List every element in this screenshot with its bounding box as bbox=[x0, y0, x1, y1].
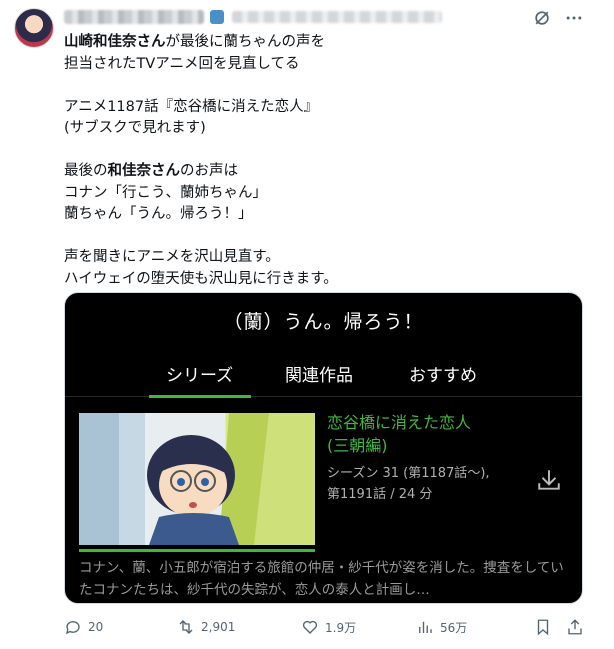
share-icon bbox=[568, 619, 582, 635]
watch-progress-bar bbox=[79, 549, 315, 552]
retweet-icon bbox=[179, 620, 193, 634]
blurred-display-name[interactable] bbox=[64, 10, 204, 24]
verified-icon bbox=[210, 10, 224, 24]
tab-recommended[interactable]: おすすめ bbox=[409, 361, 477, 386]
tweet-text-run: のお声は コナン「行こう、蘭姉ちゃん」 蘭ちゃん「うん。帰ろう！」 声を聞きにア… bbox=[64, 163, 338, 287]
blurred-handle[interactable] bbox=[232, 11, 442, 23]
tweet-text-bold: 和佳奈さん bbox=[107, 163, 181, 179]
tweet-header bbox=[64, 6, 594, 30]
views-count: 56万 bbox=[440, 620, 468, 635]
avatar[interactable] bbox=[14, 8, 54, 48]
bookmark-button[interactable] bbox=[534, 615, 558, 639]
tweet-text-run: が最後に蘭ちゃんの声を 担当されたTVアニメ回を見直してる アニメ1187話『恋… bbox=[64, 34, 325, 179]
retweet-button[interactable]: 2,901 bbox=[177, 615, 235, 639]
tweet-actions: 20 2,901 1.9万 56万 bbox=[64, 615, 594, 639]
bookmark-icon bbox=[537, 619, 549, 636]
grok-icon[interactable] bbox=[532, 8, 552, 28]
tab-related[interactable]: 関連作品 bbox=[285, 361, 353, 386]
views-button[interactable]: 56万 bbox=[416, 615, 467, 639]
tweet-text: 山崎和佳奈さんが最後に蘭ちゃんの声を 担当されたTVアニメ回を見直してる アニメ… bbox=[64, 32, 584, 290]
tab-series[interactable]: シリーズ bbox=[166, 361, 233, 386]
episode-meta-line1: シーズン 31 (第1187話～), bbox=[327, 466, 490, 481]
like-count: 1.9万 bbox=[325, 620, 357, 635]
media-card[interactable]: （蘭）うん。帰ろう！ シリーズ 関連作品 おすすめ 恋谷橋に消えた恋人 (三朝編… bbox=[64, 292, 583, 604]
episode-title-line1: 恋谷橋に消えた恋人 bbox=[327, 413, 472, 432]
reply-button[interactable]: 20 bbox=[64, 615, 103, 639]
share-button[interactable] bbox=[566, 615, 590, 639]
media-title: （蘭）うん。帰ろう！ bbox=[223, 311, 424, 333]
download-icon[interactable] bbox=[536, 467, 562, 493]
like-button[interactable]: 1.9万 bbox=[301, 615, 356, 639]
episode-title[interactable]: 恋谷橋に消えた恋人 (三朝編) bbox=[327, 411, 471, 457]
more-icon[interactable] bbox=[564, 8, 584, 28]
episode-thumbnail[interactable] bbox=[79, 413, 315, 545]
reply-icon bbox=[66, 621, 80, 635]
tweet-text-bold: 山崎和佳奈さん bbox=[64, 34, 166, 50]
active-tab-indicator bbox=[149, 395, 251, 398]
reply-count: 20 bbox=[88, 620, 104, 634]
heart-icon bbox=[302, 620, 318, 634]
episode-meta: シーズン 31 (第1187話～), 第1191話 / 24 分 bbox=[327, 463, 490, 505]
episode-meta-line2: 第1191話 / 24 分 bbox=[327, 487, 433, 502]
views-icon bbox=[419, 621, 432, 633]
episode-description: コナン、蘭、小五郎が宿泊する旅館の仲居・紗千代が姿を消した。捜査をしていたコナン… bbox=[79, 560, 564, 598]
retweet-count: 2,901 bbox=[201, 620, 236, 634]
tab-bar: シリーズ 関連作品 おすすめ bbox=[65, 351, 582, 398]
episode-title-line2: (三朝編) bbox=[327, 436, 388, 455]
